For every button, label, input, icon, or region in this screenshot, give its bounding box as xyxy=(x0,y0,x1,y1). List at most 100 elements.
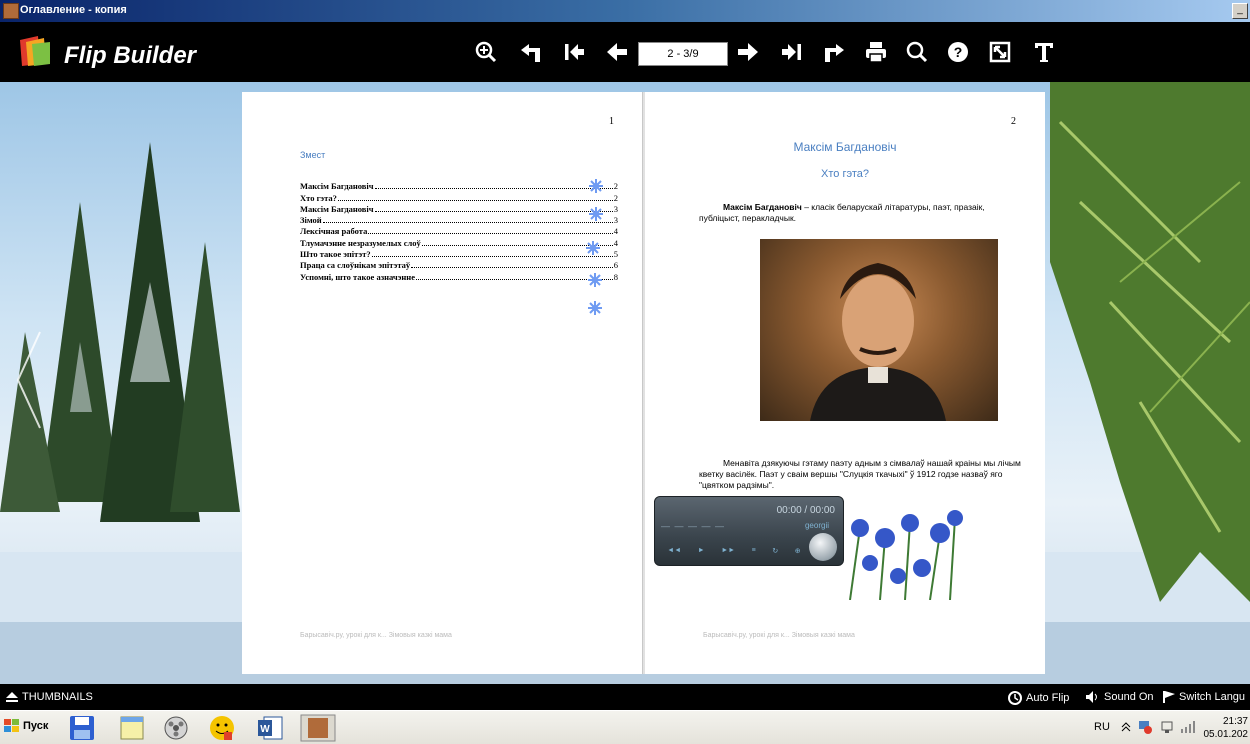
playlist-button[interactable]: ≡ xyxy=(752,547,756,559)
start-button[interactable]: Пуск xyxy=(4,719,48,733)
search-button[interactable] xyxy=(901,36,933,68)
back-icon xyxy=(521,44,540,62)
toc-entry[interactable]: Што такое эпітэт? 5 xyxy=(300,248,618,259)
last-page-button[interactable] xyxy=(776,36,808,68)
audio-player[interactable]: 00:00 / 00:00 georgii — — — — — ◄◄ ► ►► … xyxy=(654,496,844,566)
window-titlebar[interactable]: Оглавление - копия _ xyxy=(0,0,1250,22)
intro-bold: Максім Багдановіч xyxy=(723,202,802,212)
brand-name: Flip Builder xyxy=(64,42,196,69)
switch-language-label: Switch Langu xyxy=(1179,691,1246,703)
cornflowers-image xyxy=(849,510,963,600)
svg-text:?: ? xyxy=(954,44,963,60)
toc-entry-label: Тлумачэнне незразумелых слоў xyxy=(300,237,421,248)
save-floppy-icon[interactable] xyxy=(68,714,96,742)
print-icon xyxy=(866,42,886,63)
viewer-bottom-bar: THUMBNAILS Auto Flip Sound On Switch Lan… xyxy=(0,684,1250,710)
flag-icon xyxy=(1163,691,1175,703)
repeat-button[interactable]: ↻ xyxy=(772,547,778,559)
back-button[interactable] xyxy=(515,36,547,68)
cornflower-link-icon[interactable] xyxy=(588,206,604,222)
cornflower-link-icon[interactable] xyxy=(585,240,601,256)
text-button[interactable] xyxy=(1028,36,1060,68)
page-footer: Барысавіч.ру, урокі для к... Зімовыя каз… xyxy=(703,632,855,639)
notepad-icon[interactable] xyxy=(118,714,146,742)
toc-entry[interactable]: Тлумачэнне незразумелых слоў 4 xyxy=(300,236,618,248)
toc-entry-label: Зімой xyxy=(300,215,322,226)
audio-progress: — — — — — xyxy=(661,521,726,531)
windows-logo-icon xyxy=(4,719,19,732)
sound-toggle[interactable]: Sound On xyxy=(1086,691,1154,703)
toc-entry-label: Лексічная работа xyxy=(300,226,368,237)
auto-flip-button[interactable]: Auto Flip xyxy=(1008,691,1069,705)
clock-time: 21:37 xyxy=(1222,716,1248,727)
media-reel-icon[interactable] xyxy=(162,714,190,742)
toc-entry[interactable]: Успомні, што такое азначэнне 8 xyxy=(300,270,618,282)
page-number: 2 xyxy=(1011,116,1016,127)
toc-entry[interactable]: Праца са слоўнікам эпітэтаў 6 xyxy=(300,259,618,270)
page-footer: Барысавіч.ру, урокі для к... Зімовыя каз… xyxy=(300,632,452,639)
sound-label: Sound On xyxy=(1104,691,1154,703)
toc-entry[interactable]: Максім Багдановіч 3 xyxy=(300,203,618,214)
book-page-left[interactable]: 1 Змест Максім Багдановіч 2 Хто гэта? 2 Ма… xyxy=(242,92,642,674)
prev-page-icon xyxy=(607,43,627,61)
toc-entry[interactable]: Хто гэта? 2 xyxy=(300,191,618,203)
clock[interactable]: 21:37 05.01.202 xyxy=(1204,715,1249,741)
flag-alert-icon[interactable] xyxy=(1138,720,1152,734)
toc-entry[interactable]: Лексічная работа 4 xyxy=(300,225,618,236)
forward-icon xyxy=(825,44,844,62)
toc-entry[interactable]: Максім Багдановіч 2 xyxy=(300,180,618,191)
help-button[interactable]: ? xyxy=(942,36,974,68)
language-indicator[interactable]: RU xyxy=(1094,721,1110,733)
toc-entry-label: Што такое эпітэт? xyxy=(300,249,371,260)
toc-entry[interactable]: Зімой 3 xyxy=(300,214,618,225)
toc-entry-page: 2 xyxy=(613,192,618,203)
toc-entry-label: Максім Багдановіч xyxy=(300,181,374,192)
word-icon[interactable]: W xyxy=(256,714,284,742)
toc-entry-page: 8 xyxy=(613,271,618,282)
svg-text:W: W xyxy=(260,724,270,735)
toc-entry-page: 5 xyxy=(613,249,618,260)
windows-taskbar: Пуск W RU 21:37 05.01.202 xyxy=(0,710,1250,744)
audio-track-name: georgii xyxy=(804,521,829,530)
intro-paragraph: Максім Багдановіч – класік беларускай лі… xyxy=(699,202,1019,224)
first-page-button[interactable] xyxy=(558,36,590,68)
toc-entry-label: Успомні, што такое азначэнне xyxy=(300,271,415,282)
print-button[interactable] xyxy=(860,36,892,68)
signal-icon[interactable] xyxy=(1180,721,1196,733)
app-window: Оглавление - копия _ Flip Builder 2 - 3/… xyxy=(0,0,1250,744)
page-subheading: Хто гэта? xyxy=(821,168,869,180)
system-tray: RU 21:37 05.01.202 xyxy=(1080,711,1250,744)
thumbnails-label: THUMBNAILS xyxy=(22,691,93,703)
prev-page-button[interactable] xyxy=(601,36,633,68)
flipbook-task-icon[interactable] xyxy=(300,714,336,742)
tray-expand-icon[interactable] xyxy=(1120,721,1132,733)
search-icon xyxy=(906,41,928,63)
fullscreen-icon xyxy=(989,41,1011,63)
cornflower-link-icon[interactable] xyxy=(588,178,604,194)
network-icon[interactable] xyxy=(1160,720,1174,734)
minimize-button[interactable]: _ xyxy=(1232,3,1248,19)
forward-button[interactable] xyxy=(818,36,850,68)
toc-entry-label: Максім Багдановіч xyxy=(300,203,374,214)
toc-entry-page: 4 xyxy=(613,226,618,237)
help-icon: ? xyxy=(948,42,968,62)
fullscreen-button[interactable] xyxy=(984,36,1016,68)
next-page-button[interactable] xyxy=(732,36,764,68)
switch-language-button[interactable]: Switch Langu xyxy=(1163,691,1245,703)
play-button[interactable]: ► xyxy=(698,547,705,559)
rewind-button[interactable]: ◄◄ xyxy=(667,547,681,559)
zoom-in-button[interactable] xyxy=(470,36,502,68)
start-label: Пуск xyxy=(23,720,49,732)
thumbnails-toggle[interactable]: THUMBNAILS xyxy=(6,691,93,703)
cornflower-link-icon[interactable] xyxy=(587,272,603,288)
page-indicator[interactable]: 2 - 3/9 xyxy=(638,42,728,66)
window-title: Оглавление - копия xyxy=(20,4,127,16)
eject-icon xyxy=(6,692,18,702)
cornflower-link-icon[interactable] xyxy=(587,300,603,316)
more-button[interactable]: ⊕ xyxy=(795,547,801,559)
smiley-icon[interactable] xyxy=(208,714,236,742)
clock-date: 05.01.202 xyxy=(1203,729,1249,740)
fast-forward-button[interactable]: ►► xyxy=(721,547,735,559)
prev-page-arrow-icon[interactable] xyxy=(14,330,44,430)
app-icon xyxy=(3,3,19,19)
